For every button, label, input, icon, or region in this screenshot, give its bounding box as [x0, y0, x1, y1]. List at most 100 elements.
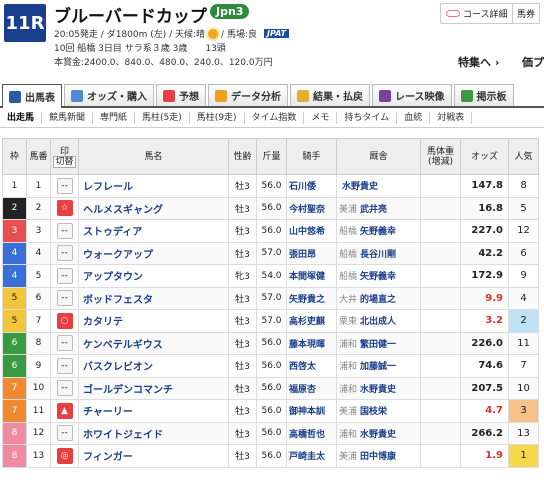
subtab-4[interactable]: 馬柱(9走) — [190, 111, 245, 124]
odds-cell[interactable]: 207.5 — [460, 376, 509, 400]
trainer-link[interactable]: 矢野義幸 — [360, 272, 396, 282]
subtab-2[interactable]: 専門紙 — [93, 111, 136, 124]
mark-cell[interactable]: -- — [50, 286, 79, 310]
horse-name-link[interactable]: ヘルメスギャング — [78, 196, 229, 220]
odds-cell[interactable]: 266.2 — [460, 421, 509, 445]
subtab-5[interactable]: タイム指数 — [245, 111, 305, 124]
odds-cell[interactable]: 147.8 — [460, 174, 509, 198]
mark-cell[interactable]: -- — [50, 376, 79, 400]
mark-cell[interactable]: ▲ — [50, 399, 79, 423]
mark-button[interactable]: ◎ — [56, 447, 73, 464]
jockey-link[interactable]: 藤本現暉 — [286, 331, 337, 355]
mark-cell[interactable]: -- — [50, 331, 79, 355]
odds-cell[interactable]: 227.0 — [460, 219, 509, 243]
kaiko-link[interactable]: 価プ — [522, 54, 544, 70]
mark-button[interactable]: -- — [56, 177, 73, 194]
subtab-0[interactable]: 出走馬 — [0, 111, 43, 124]
odds-cell[interactable]: 16.8 — [460, 196, 509, 220]
mark-cell[interactable]: -- — [50, 354, 79, 378]
col-mark-toggle[interactable]: 切替 — [53, 155, 76, 168]
mark-cell[interactable]: -- — [50, 174, 79, 198]
subtab-3[interactable]: 馬柱(5走) — [135, 111, 190, 124]
tab-0[interactable]: 出馬表 — [2, 84, 62, 108]
jockey-link[interactable]: 張田昂 — [286, 241, 337, 265]
subtab-8[interactable]: 血統 — [397, 111, 431, 124]
horse-name-link[interactable]: ウォークアップ — [78, 241, 229, 265]
mark-button[interactable]: -- — [56, 267, 73, 284]
special-link[interactable]: 特集へ › — [458, 54, 499, 70]
mark-cell[interactable]: ○ — [50, 309, 79, 333]
jockey-link[interactable]: 本間塚健 — [286, 264, 337, 288]
horse-name-link[interactable]: チャーリー — [78, 399, 229, 423]
jockey-link[interactable]: 戸崎圭太 — [286, 444, 337, 468]
odds-cell[interactable]: 172.9 — [460, 264, 509, 288]
odds-cell[interactable]: 74.6 — [460, 354, 509, 378]
jockey-link[interactable]: 矢野貴之 — [286, 286, 337, 310]
jockey-link[interactable]: 西啓太 — [286, 354, 337, 378]
mark-cell[interactable]: -- — [50, 219, 79, 243]
subtab-1[interactable]: 競馬新聞 — [42, 111, 94, 124]
horse-name-link[interactable]: レフレール — [78, 174, 229, 198]
odds-cell[interactable]: 1.9 — [460, 444, 509, 468]
subtab-6[interactable]: メモ — [304, 111, 338, 124]
horse-name-link[interactable]: アップタウン — [78, 264, 229, 288]
jockey-link[interactable]: 今村聖奈 — [286, 196, 337, 220]
tab-5[interactable]: レース映像 — [372, 84, 452, 106]
mark-button[interactable]: -- — [56, 425, 73, 442]
mark-cell[interactable]: ◎ — [50, 444, 79, 468]
bashu-button[interactable]: 馬券 — [512, 3, 541, 24]
odds-cell[interactable]: 3.2 — [460, 309, 509, 333]
horse-name-link[interactable]: ストゥディア — [78, 219, 229, 243]
mark-button[interactable]: ☆ — [56, 200, 73, 217]
horse-name-link[interactable]: フィンガー — [78, 444, 229, 468]
trainer-link[interactable]: 北出成人 — [360, 317, 396, 327]
trainer-link[interactable]: 水野貴史 — [360, 385, 396, 395]
jockey-link[interactable]: 御神本訓 — [286, 399, 337, 423]
mark-button[interactable]: -- — [56, 222, 73, 239]
mark-button[interactable]: ○ — [56, 312, 73, 329]
jockey-link[interactable]: 石川倭 — [286, 174, 337, 198]
odds-cell[interactable]: 4.7 — [460, 399, 509, 423]
mark-button[interactable]: -- — [56, 357, 73, 374]
odds-cell[interactable]: 226.0 — [460, 331, 509, 355]
tab-4[interactable]: 結果・払戻 — [290, 84, 370, 106]
subtab-9[interactable]: 対戦表 — [430, 111, 473, 124]
mark-button[interactable]: -- — [56, 380, 73, 397]
trainer-link[interactable]: 長谷川剛 — [360, 250, 396, 260]
tab-2[interactable]: 予想 — [156, 84, 206, 106]
horse-name-link[interactable]: ホワイトジェイド — [78, 421, 229, 445]
odds-cell[interactable]: 42.2 — [460, 241, 509, 265]
trainer-link[interactable]: 加藤誠一 — [360, 362, 396, 372]
trainer-link[interactable]: 武井亮 — [360, 205, 387, 215]
mark-button[interactable]: -- — [56, 335, 73, 352]
horse-name-link[interactable]: ボッドフェスタ — [78, 286, 229, 310]
mark-cell[interactable]: -- — [50, 421, 79, 445]
horse-name-link[interactable]: ゴールデンコマンチ — [78, 376, 229, 400]
subtab-7[interactable]: 持ちタイム — [337, 111, 398, 124]
trainer-link[interactable]: 国枝栄 — [360, 407, 387, 417]
jockey-link[interactable]: 山中悠希 — [286, 219, 337, 243]
jockey-link[interactable]: 福原杏 — [286, 376, 337, 400]
horse-name-link[interactable]: ケンベテルギウス — [78, 331, 229, 355]
horse-name-link[interactable]: バスクレビオン — [78, 354, 229, 378]
mark-cell[interactable]: -- — [50, 264, 79, 288]
trainer-link[interactable]: 水野貴史 — [360, 430, 396, 440]
mark-button[interactable]: ▲ — [56, 402, 73, 419]
jockey-link[interactable]: 高橋哲也 — [286, 421, 337, 445]
trainer-link[interactable]: 矢野義幸 — [360, 227, 396, 237]
trainer-link[interactable]: 繁田健一 — [360, 340, 396, 350]
tab-3[interactable]: データ分析 — [208, 84, 288, 106]
mark-cell[interactable]: ☆ — [50, 196, 79, 220]
odds-cell[interactable]: 9.9 — [460, 286, 509, 310]
tab-1[interactable]: オッズ・購入 — [64, 84, 154, 106]
col-mark[interactable]: 印切替 — [50, 138, 79, 175]
mark-button[interactable]: -- — [56, 245, 73, 262]
horse-name-link[interactable]: カタリテ — [78, 309, 229, 333]
mark-cell[interactable]: -- — [50, 241, 79, 265]
trainer-link[interactable]: 的場直之 — [360, 295, 396, 305]
trainer-link[interactable]: 田中博康 — [360, 452, 396, 462]
jockey-link[interactable]: 高杉吏麒 — [286, 309, 337, 333]
course-detail-button[interactable]: コース詳細 — [440, 3, 514, 24]
mark-button[interactable]: -- — [56, 290, 73, 307]
trainer-link[interactable]: 水野貴史 — [342, 182, 378, 192]
